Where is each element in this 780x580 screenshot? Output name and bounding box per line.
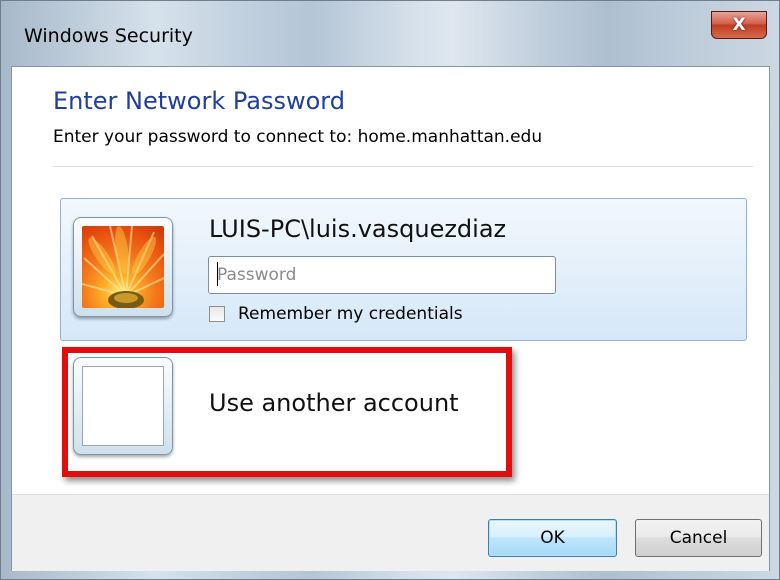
user-tile-frame — [73, 217, 173, 317]
remember-credentials-row[interactable]: Remember my credentials — [209, 304, 463, 324]
orange-flower-icon — [82, 226, 164, 308]
cancel-button[interactable]: Cancel — [635, 519, 762, 557]
password-input[interactable] — [208, 256, 556, 294]
main-instruction: Enter Network Password — [53, 87, 345, 115]
remember-credentials-checkbox[interactable] — [209, 306, 225, 322]
close-button[interactable]: X — [711, 11, 767, 39]
window-title: Windows Security — [24, 25, 193, 47]
text-caret — [217, 262, 218, 286]
separator — [53, 166, 753, 167]
credential-tile-selected[interactable]: LUIS-PC\luis.vasquezdiaz Remember my cre… — [60, 198, 747, 341]
user-account-name: LUIS-PC\luis.vasquezdiaz — [209, 215, 507, 243]
connect-target-text: Enter your password to connect to: home.… — [53, 127, 543, 147]
ok-button[interactable]: OK — [488, 519, 617, 557]
red-highlight-annotation — [62, 347, 512, 477]
close-icon: X — [732, 15, 746, 35]
remember-credentials-label[interactable]: Remember my credentials — [238, 304, 463, 324]
windows-security-dialog: Windows Security X Enter Network Passwor… — [0, 0, 780, 580]
dialog-content: Enter Network Password Enter your passwo… — [11, 66, 770, 571]
dialog-button-bar: OK Cancel — [12, 494, 769, 571]
